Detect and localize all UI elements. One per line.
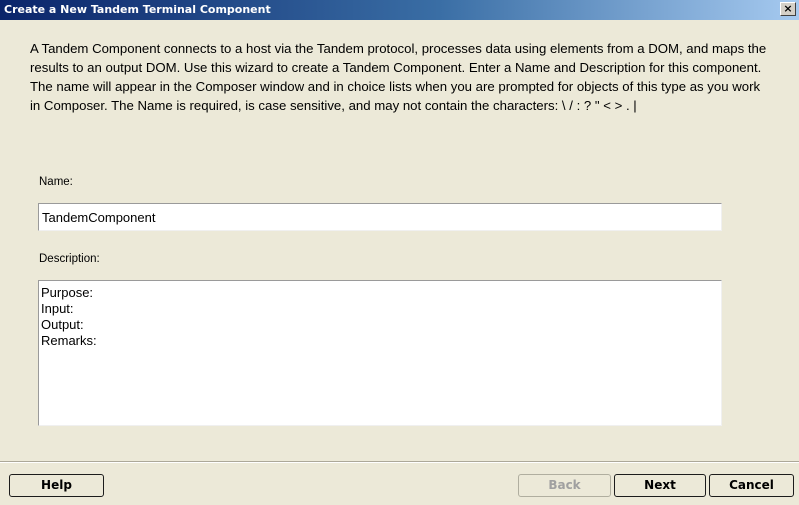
- next-button[interactable]: Next: [614, 474, 706, 497]
- close-icon: ×: [783, 2, 793, 15]
- name-input[interactable]: [38, 203, 722, 231]
- description-label: Description:: [39, 253, 100, 265]
- description-textarea[interactable]: Purpose: Input: Output: Remarks:: [38, 280, 722, 426]
- button-bar-separator: [0, 461, 799, 463]
- back-button[interactable]: Back: [518, 474, 611, 497]
- help-button[interactable]: Help: [9, 474, 104, 497]
- cancel-button[interactable]: Cancel: [709, 474, 794, 497]
- intro-description: A Tandem Component connects to a host vi…: [30, 41, 767, 113]
- title-bar[interactable]: Create a New Tandem Terminal Component ×: [0, 0, 799, 20]
- close-button[interactable]: ×: [780, 2, 796, 16]
- window-title: Create a New Tandem Terminal Component: [4, 3, 271, 16]
- name-label: Name:: [39, 176, 73, 188]
- wizard-dialog: Create a New Tandem Terminal Component ×…: [0, 0, 799, 505]
